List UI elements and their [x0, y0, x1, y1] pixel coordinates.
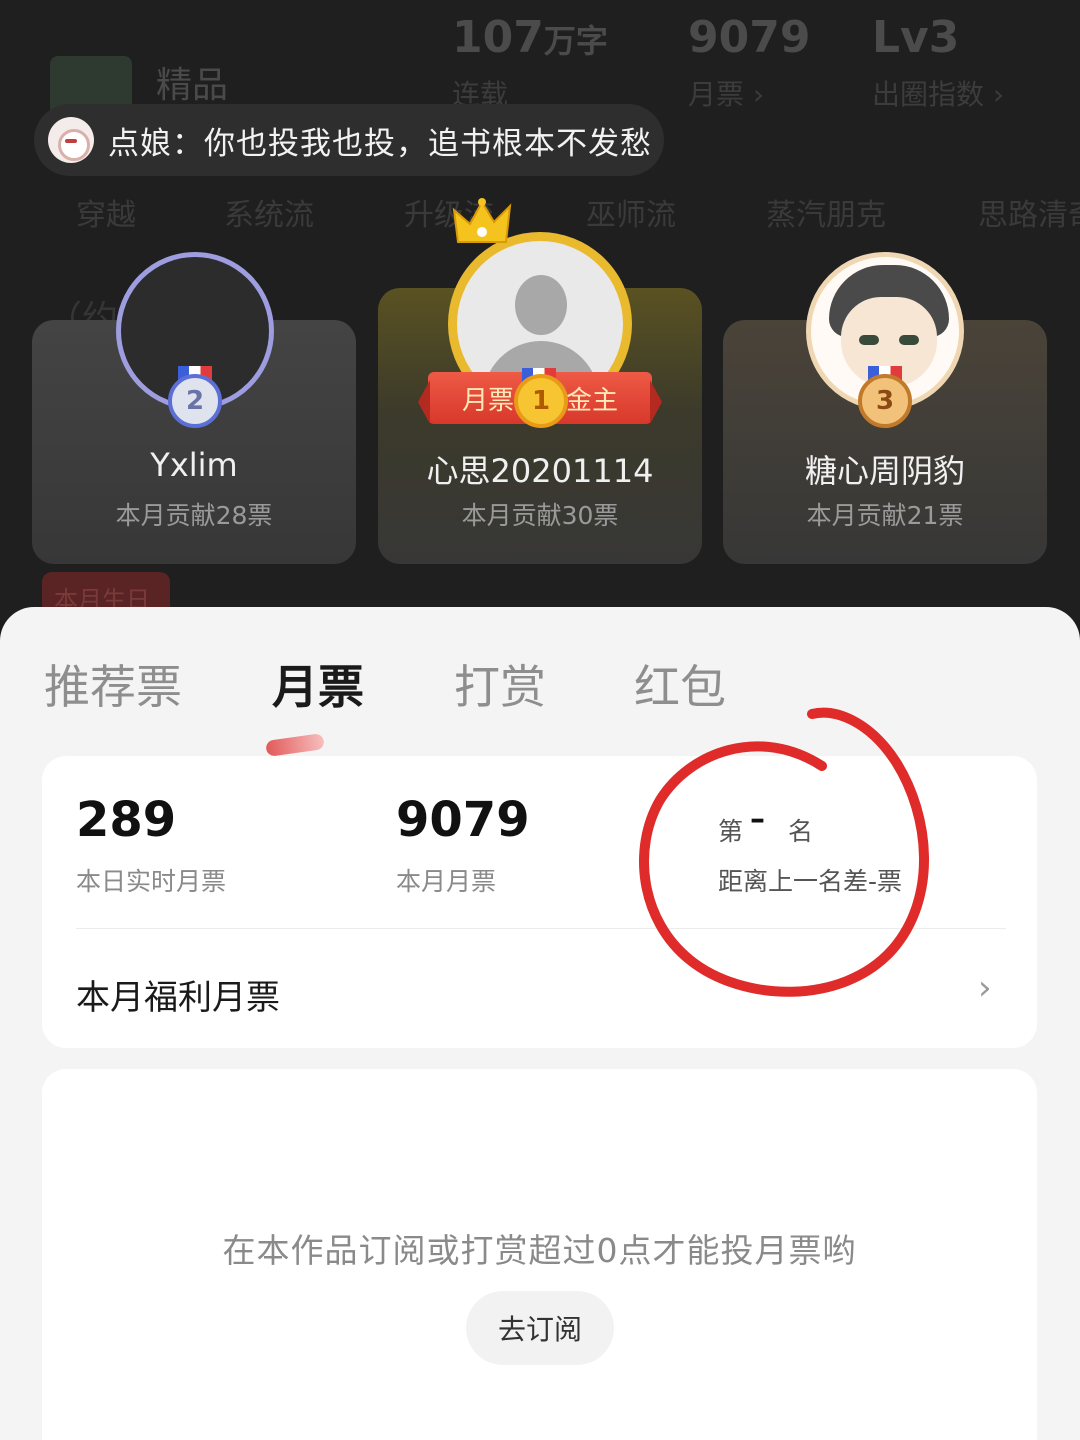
podium-contribution-first: 本月贡献30票 — [461, 501, 619, 530]
banner-right-label: 金主 — [565, 385, 618, 416]
subscribe-button[interactable]: 去订阅 — [466, 1291, 614, 1365]
notice-banner: 点娘：你也投我也投，追书根本不发愁 — [34, 104, 664, 176]
active-tab-indicator — [265, 733, 325, 757]
rank-gap-text: 距离上一名差-票 — [718, 867, 903, 896]
word-count-stat: 107万字 连载 — [452, 12, 608, 111]
daily-ticket-label: 本日实时月票 — [76, 867, 227, 896]
rank-medal-first: 1 — [514, 374, 568, 428]
monthly-ticket-value: 9079 — [396, 792, 530, 848]
mascot-avatar — [48, 117, 94, 163]
tag[interactable]: 系统流 — [224, 190, 314, 234]
podium-name-second: Yxlim — [150, 446, 238, 484]
rank-value: – — [750, 802, 765, 837]
default-avatar-head — [515, 275, 567, 335]
tag[interactable]: 思路清奇 — [978, 190, 1080, 234]
tag-list: 穿越 系统流 升级流 巫师流 蒸汽朋克 思路清奇 — [0, 190, 1080, 233]
rank-prefix: 第 — [718, 817, 744, 846]
tag[interactable]: 蒸汽朋克 — [766, 190, 886, 234]
influence-level-stat[interactable]: Lv3 出圈指数 › — [872, 12, 1004, 113]
podium-name-first: 心思20201114 — [426, 452, 654, 490]
podium-contribution-third: 本月贡献21票 — [806, 501, 964, 530]
chevron-right-icon[interactable]: › — [978, 968, 992, 1008]
ticket-sheet: 推荐票 月票 打赏 红包 289 本日实时月票 9079 本月月票 第 – 名 … — [0, 607, 1080, 1440]
avatar-eye — [859, 335, 879, 345]
tab-reward[interactable]: 打赏 — [454, 651, 546, 717]
podium-name-third: 糖心周阴豹 — [804, 452, 965, 490]
rank-medal-second: 2 — [168, 374, 222, 428]
rank-suffix: 名 — [788, 817, 814, 846]
tag[interactable]: 巫师流 — [586, 190, 676, 234]
podium-contribution-second: 本月贡献28票 — [115, 501, 273, 530]
vote-requirement-message: 在本作品订阅或打赏超过0点才能投月票哟 — [222, 1231, 857, 1270]
monthly-ticket-stats-card: 289 本日实时月票 9079 本月月票 第 – 名 距离上一名差-票 本月福利… — [42, 756, 1037, 1048]
avatar-eye — [899, 335, 919, 345]
vote-empty-state: 在本作品订阅或打赏超过0点才能投月票哟 去订阅 — [42, 1069, 1037, 1440]
tab-red-packet[interactable]: 红包 — [634, 651, 726, 717]
divider — [76, 928, 1006, 929]
rank-medal-third: 3 — [858, 374, 912, 428]
notice-text: 点娘：你也投我也投，追书根本不发愁 — [108, 125, 652, 162]
benefit-ticket-row[interactable]: 本月福利月票 — [76, 970, 280, 1019]
daily-ticket-value: 289 — [76, 792, 177, 848]
tag[interactable]: 穿越 — [76, 190, 136, 234]
tab-recommend-ticket[interactable]: 推荐票 — [44, 651, 182, 717]
book-badge-text: 精品 — [156, 65, 229, 106]
tab-monthly-ticket[interactable]: 月票 — [272, 651, 364, 717]
banner-left-label: 月票 — [462, 385, 515, 416]
monthly-ticket-stat[interactable]: 9079 月票 › — [688, 12, 810, 113]
crown-icon — [452, 198, 512, 243]
monthly-ticket-label: 本月月票 — [396, 867, 497, 896]
ticket-tabs: 推荐票 月票 打赏 红包 — [0, 651, 1080, 757]
